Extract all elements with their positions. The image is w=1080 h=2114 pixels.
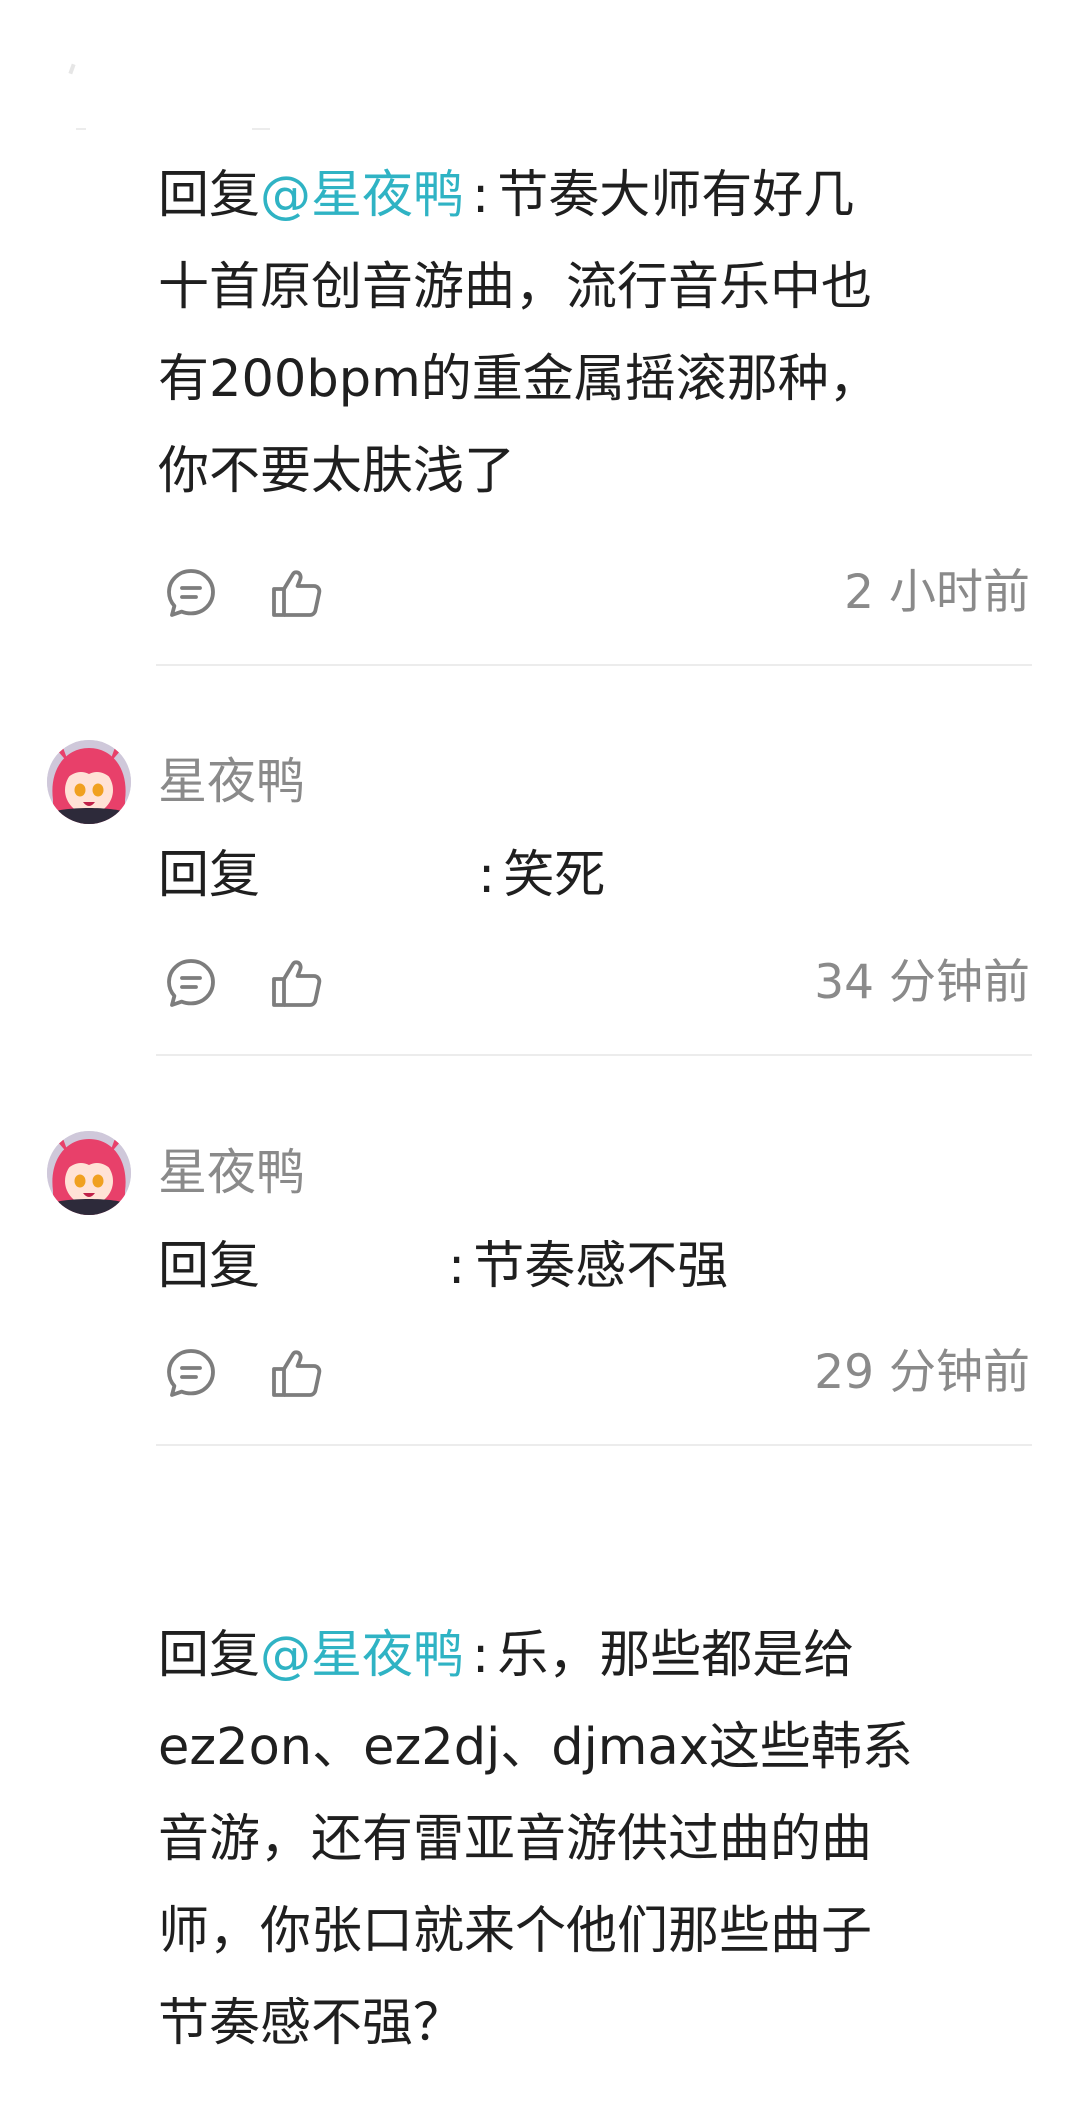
- comment-bubble-icon: [167, 569, 215, 617]
- reply-prefix: 回复: [158, 1626, 261, 1685]
- like-button[interactable]: [268, 1344, 326, 1402]
- comment-text: 回复: 笑死: [158, 830, 1038, 922]
- comment-body: 笑死: [503, 846, 606, 905]
- colon: :: [472, 1626, 490, 1685]
- thumbs-up-icon: [272, 960, 322, 1007]
- comment-line: 节奏大师有好几: [497, 166, 855, 225]
- top-edge-mark: [252, 128, 270, 130]
- reply-prefix: 回复: [158, 846, 261, 905]
- user-avatar[interactable]: [47, 1131, 131, 1215]
- like-button[interactable]: [268, 564, 326, 622]
- comment-divider: [156, 664, 1032, 666]
- user-avatar[interactable]: [47, 740, 131, 824]
- comment-actions: 2 小时前: [158, 558, 1030, 628]
- reply-button[interactable]: [162, 954, 220, 1012]
- comment-line: 你不要太肤浅了: [158, 442, 516, 501]
- redacted-mention: [260, 891, 470, 892]
- comment-line: 音游，还有雷亚音游供过曲的曲: [158, 1810, 873, 1869]
- anime-avatar: [47, 740, 131, 824]
- top-edge-mark: [76, 128, 86, 130]
- comment-bubble-icon: [167, 1349, 215, 1397]
- anime-avatar: [47, 1131, 131, 1215]
- comment-time: 2 小时前: [844, 565, 1030, 620]
- comment-thread: 回复@星夜鸭: 节奏大师有好几 十首原创音游曲，流行音乐中也 有200bpm的重金…: [0, 0, 1080, 2114]
- comment-actions: 34 分钟前: [158, 948, 1030, 1018]
- comment-body: 节奏感不强: [473, 1237, 729, 1296]
- redacted-mention: [260, 1282, 440, 1283]
- comment-actions: 29 分钟前: [158, 1338, 1030, 1408]
- comment-divider: [156, 1444, 1032, 1446]
- reply-prefix: 回复: [158, 166, 261, 225]
- comment-username[interactable]: 星夜鸭: [158, 752, 305, 812]
- colon: :: [478, 846, 496, 905]
- like-button[interactable]: [268, 954, 326, 1012]
- colon: :: [448, 1237, 466, 1296]
- comment-text: 回复@星夜鸭: 节奏大师有好几 十首原创音游曲，流行音乐中也 有200bpm的重金…: [158, 150, 1038, 518]
- comment-text: 回复: 节奏感不强: [158, 1221, 1038, 1313]
- reply-prefix: 回复: [158, 1237, 261, 1296]
- comment-line: ez2on、ez2dj、djmax这些韩系: [158, 1718, 913, 1777]
- colon: :: [472, 166, 490, 225]
- comment-line: 节奏感不强？: [158, 1994, 465, 2053]
- thumbs-up-icon: [272, 570, 322, 617]
- mention-link[interactable]: @星夜鸭: [260, 1626, 464, 1685]
- comment-line: 有200bpm的重金属摇滚那种，: [158, 350, 880, 409]
- thumbs-up-icon: [272, 1350, 322, 1397]
- comment-time: 34 分钟前: [814, 955, 1030, 1010]
- top-edge-mark: [68, 63, 76, 75]
- comment-line: 师，你张口就来个他们那些曲子: [158, 1902, 873, 1961]
- reply-button[interactable]: [162, 564, 220, 622]
- mention-link[interactable]: @星夜鸭: [260, 166, 464, 225]
- comment-divider: [156, 1054, 1032, 1056]
- comment-text: 回复@星夜鸭: 乐，那些都是给 ez2on、ez2dj、djmax这些韩系 音游，…: [158, 1610, 1038, 2070]
- comment-username[interactable]: 星夜鸭: [158, 1143, 305, 1203]
- comment-bubble-icon: [167, 959, 215, 1007]
- comment-line: 十首原创音游曲，流行音乐中也: [158, 258, 873, 317]
- comment-time: 29 分钟前: [814, 1345, 1030, 1400]
- reply-button[interactable]: [162, 1344, 220, 1402]
- comment-line: 乐，那些都是给: [497, 1626, 855, 1685]
